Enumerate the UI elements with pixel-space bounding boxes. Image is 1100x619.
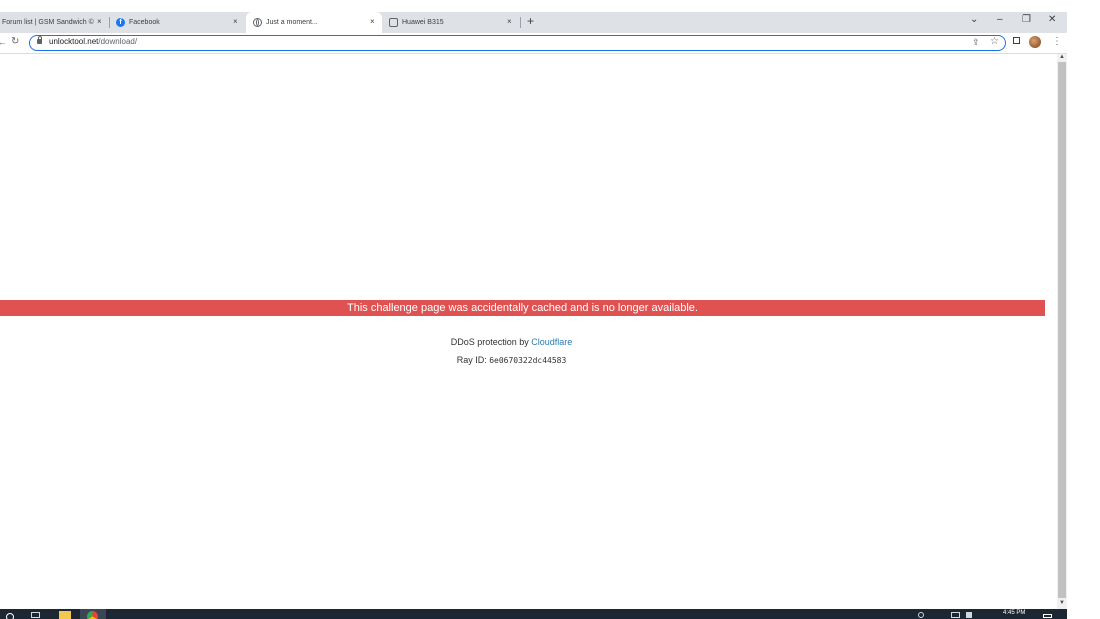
ray-id-line: Ray ID: 6e0670322dc44583 bbox=[0, 355, 1023, 365]
chrome-taskbar-button[interactable] bbox=[80, 609, 106, 619]
tab-separator bbox=[520, 17, 521, 28]
url-path: /download/ bbox=[98, 37, 138, 46]
chrome-icon bbox=[87, 611, 98, 619]
people-icon[interactable] bbox=[918, 612, 924, 618]
tab-close-icon[interactable]: × bbox=[370, 17, 375, 26]
tab-label: Forum list | GSM Sandwich © bbox=[2, 19, 94, 26]
tab-separator bbox=[109, 17, 110, 28]
tab-label: Facebook bbox=[129, 19, 160, 26]
tab-close-icon[interactable]: × bbox=[97, 17, 102, 26]
tab-just-a-moment[interactable]: Just a moment... × bbox=[246, 12, 382, 33]
bookmark-star-icon[interactable]: ☆ bbox=[990, 36, 999, 47]
share-icon[interactable]: ⇪ bbox=[972, 37, 980, 48]
profile-avatar[interactable] bbox=[1029, 36, 1041, 48]
notifications-icon[interactable] bbox=[1043, 614, 1052, 618]
side-panel-icon[interactable] bbox=[1013, 37, 1020, 44]
tab-search-icon[interactable]: ⌄ bbox=[970, 14, 978, 25]
lock-icon[interactable] bbox=[37, 36, 42, 44]
tab-label: Just a moment... bbox=[266, 19, 318, 26]
address-bar[interactable]: unlocktool.net/download/ ⇪ ☆ bbox=[29, 35, 1006, 51]
facebook-icon: f bbox=[116, 18, 125, 27]
windows-taskbar: 4:45 PM bbox=[0, 609, 1067, 619]
ray-id-value: 6e0670322dc44583 bbox=[489, 356, 567, 365]
page-content: This challenge page was accidentally cac… bbox=[0, 54, 1057, 610]
restore-button[interactable]: ❐ bbox=[1022, 14, 1031, 25]
more-menu-icon[interactable]: ⋮ bbox=[1052, 36, 1062, 47]
scroll-thumb[interactable] bbox=[1058, 62, 1066, 598]
browser-window: Forum list | GSM Sandwich © × f Facebook… bbox=[0, 0, 1067, 619]
tab-close-icon[interactable]: × bbox=[233, 17, 238, 26]
scroll-down-arrow-icon[interactable]: ▼ bbox=[1059, 600, 1065, 606]
minimize-button[interactable]: – bbox=[997, 14, 1003, 25]
network-icon[interactable] bbox=[951, 612, 960, 618]
taskbar-clock[interactable]: 4:45 PM bbox=[1003, 610, 1025, 616]
ray-id-label: Ray ID: bbox=[456, 355, 490, 365]
browser-toolbar: ← ↻ unlocktool.net/download/ ⇪ ☆ ⋮ bbox=[0, 33, 1067, 54]
error-banner: This challenge page was accidentally cac… bbox=[0, 300, 1045, 316]
search-icon[interactable] bbox=[6, 613, 14, 619]
tab-strip: Forum list | GSM Sandwich © × f Facebook… bbox=[0, 12, 1067, 33]
new-tab-button[interactable]: + bbox=[527, 14, 534, 28]
globe-icon bbox=[253, 18, 262, 27]
reload-icon[interactable]: ↻ bbox=[11, 36, 19, 47]
background-margin bbox=[1067, 0, 1100, 619]
ddos-prefix: DDoS protection by bbox=[450, 337, 532, 347]
tab-label: Huawei B315 bbox=[402, 19, 444, 26]
url-text[interactable]: unlocktool.net/download/ bbox=[49, 37, 137, 46]
task-view-icon[interactable] bbox=[31, 612, 40, 618]
ddos-protection-text: DDoS protection by Cloudflare bbox=[0, 337, 1023, 347]
router-icon bbox=[389, 18, 398, 27]
close-window-button[interactable]: ✕ bbox=[1048, 14, 1056, 25]
file-explorer-icon[interactable] bbox=[59, 611, 71, 619]
tab-facebook[interactable]: f Facebook × bbox=[116, 12, 244, 33]
scroll-up-arrow-icon[interactable]: ▲ bbox=[1059, 54, 1065, 60]
cloudflare-link[interactable]: Cloudflare bbox=[531, 337, 572, 347]
vertical-scrollbar[interactable]: ▲ ▼ bbox=[1057, 54, 1067, 610]
tab-close-icon[interactable]: × bbox=[507, 17, 512, 26]
tab-huawei-b315[interactable]: Huawei B315 × bbox=[389, 12, 519, 33]
url-host: unlocktool.net bbox=[49, 37, 99, 46]
back-icon[interactable]: ← bbox=[0, 37, 7, 47]
volume-icon[interactable] bbox=[966, 612, 972, 618]
tab-gsm-sandwich[interactable]: Forum list | GSM Sandwich © × bbox=[2, 12, 106, 33]
